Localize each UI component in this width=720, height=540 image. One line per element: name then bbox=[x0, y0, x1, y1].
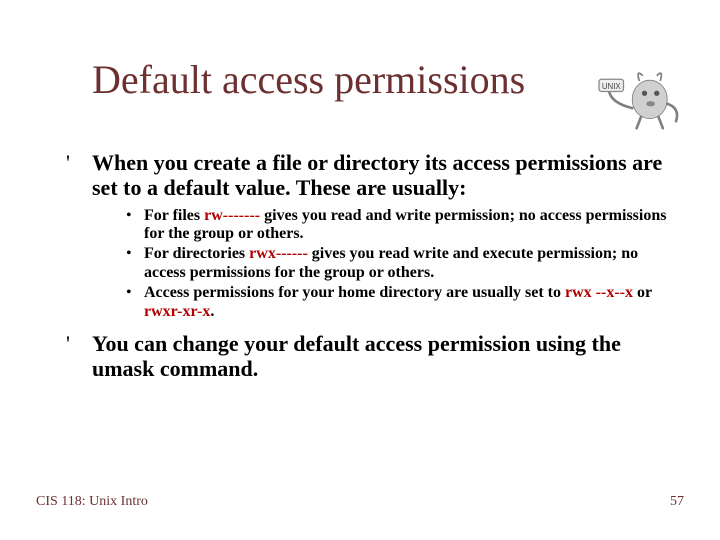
sub-bullet-list: • For files rw------- gives you read and… bbox=[126, 207, 680, 321]
permission-string: rwx --x--x bbox=[565, 284, 633, 301]
slide-title: Default access permissions bbox=[92, 56, 525, 103]
footer-page-number: 57 bbox=[670, 494, 684, 510]
permission-string: rwx------ bbox=[249, 245, 308, 262]
bsd-daemon-icon: UNIX bbox=[596, 60, 686, 130]
bullet-marker: ' bbox=[66, 150, 92, 201]
sub-bullet-text: For directories rwx------ gives you read… bbox=[144, 245, 680, 282]
sub-bullet-item: • For directories rwx------ gives you re… bbox=[126, 245, 680, 282]
bullet-text: When you create a file or directory its … bbox=[92, 150, 680, 201]
svg-text:UNIX: UNIX bbox=[602, 82, 622, 91]
sub-bullet-marker: • bbox=[126, 245, 144, 282]
sub-bullet-text: Access permissions for your home directo… bbox=[144, 284, 680, 321]
permission-string: rw------- bbox=[204, 207, 260, 224]
sub-bullet-text: For files rw------- gives you read and w… bbox=[144, 207, 680, 244]
slide-body: ' When you create a file or directory it… bbox=[66, 150, 680, 386]
bullet-item: ' You can change your default access per… bbox=[66, 331, 680, 382]
sub-bullet-marker: • bbox=[126, 284, 144, 321]
slide: Default access permissions UNIX ' When y… bbox=[0, 0, 720, 540]
sub-bullet-item: • For files rw------- gives you read and… bbox=[126, 207, 680, 244]
permission-string: rwxr-xr-x bbox=[144, 303, 210, 320]
footer-course: CIS 118: Unix Intro bbox=[36, 494, 148, 510]
bullet-text: You can change your default access permi… bbox=[92, 331, 680, 382]
sub-bullet-marker: • bbox=[126, 207, 144, 244]
bullet-item: ' When you create a file or directory it… bbox=[66, 150, 680, 201]
sub-bullet-item: • Access permissions for your home direc… bbox=[126, 284, 680, 321]
bullet-marker: ' bbox=[66, 331, 92, 382]
